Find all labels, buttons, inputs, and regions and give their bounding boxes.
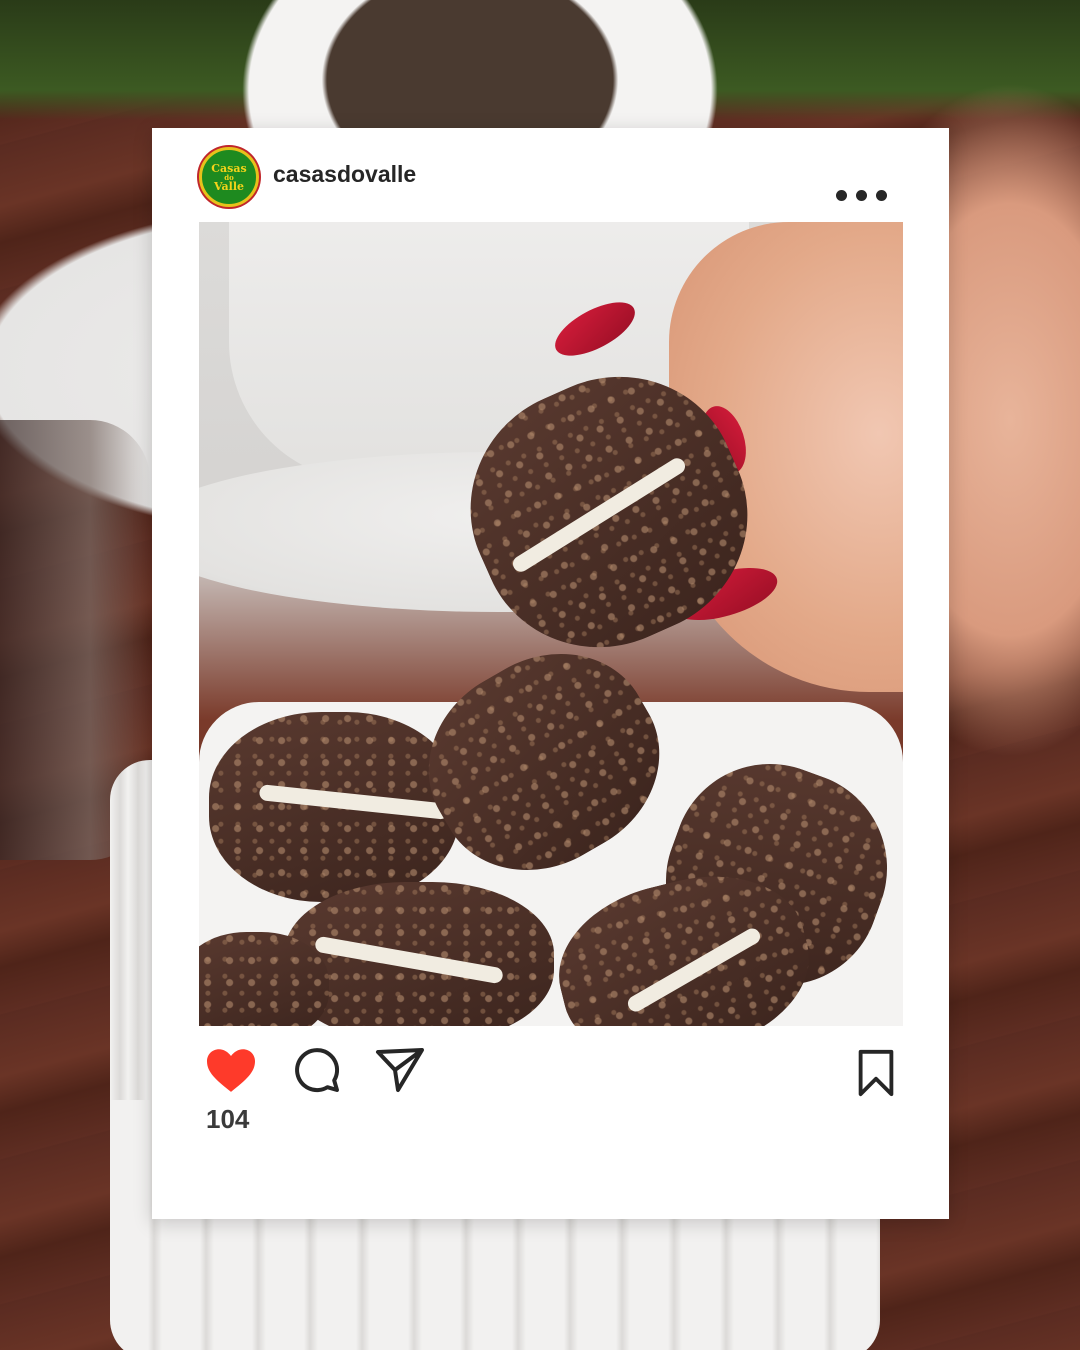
share-button[interactable] — [372, 1046, 428, 1094]
heart-filled-icon — [207, 1049, 255, 1092]
more-horizontal-icon — [835, 189, 847, 201]
post-username[interactable]: casasdovalle — [273, 161, 416, 188]
post-action-bar — [152, 1038, 949, 1108]
bowl-cookie — [199, 932, 329, 1026]
more-options-button[interactable] — [828, 184, 894, 206]
avatar[interactable]: Casas do Valle — [199, 147, 259, 207]
comment-button[interactable] — [292, 1046, 342, 1094]
like-button[interactable] — [204, 1046, 258, 1094]
more-horizontal-icon — [875, 189, 887, 201]
avatar-logo-line1: Casas — [211, 161, 247, 175]
save-button[interactable] — [856, 1048, 896, 1098]
more-horizontal-icon — [855, 189, 867, 201]
instagram-post-card: Casas do Valle casasdovalle 104 — [152, 128, 949, 1219]
avatar-logo-line3: Valle — [213, 179, 244, 193]
post-photo[interactable] — [199, 222, 903, 1026]
bookmark-icon — [858, 1049, 894, 1097]
post-header: Casas do Valle casasdovalle — [152, 128, 949, 222]
send-icon — [376, 1048, 424, 1092]
like-count[interactable]: 104 — [206, 1104, 249, 1135]
comment-icon — [295, 1048, 340, 1093]
